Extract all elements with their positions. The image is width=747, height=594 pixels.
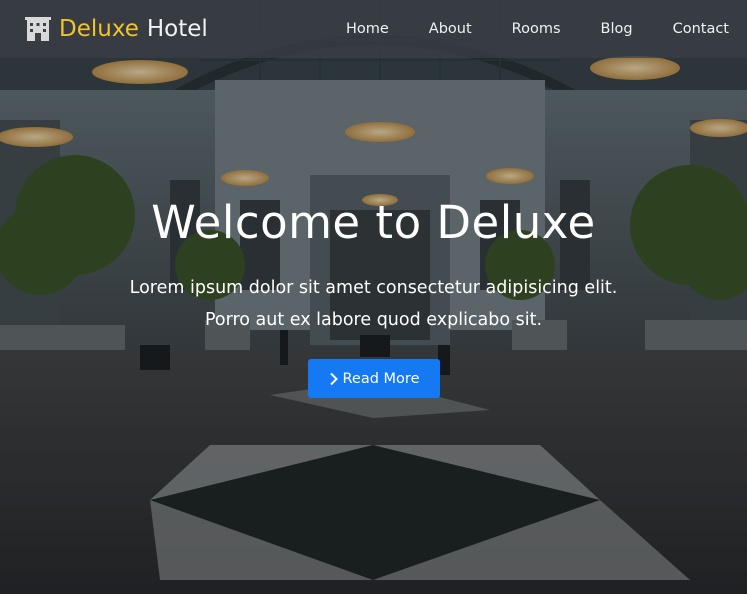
top-navbar: Deluxe Hotel Home About Rooms Blog Conta… [0,0,747,58]
brand-logo[interactable]: Deluxe Hotel [25,0,208,58]
main-nav: Home About Rooms Blog Contact [326,0,747,58]
brand-name-first: Deluxe [59,16,139,42]
brand-name-second: Hotel [146,16,208,42]
nav-link-blog[interactable]: Blog [581,0,653,58]
chevron-right-icon [329,372,339,386]
read-more-button[interactable]: Read More [308,359,440,398]
hero-title: Welcome to Deluxe [151,196,596,249]
hero-description-line-1: Lorem ipsum dolor sit amet consectetur a… [129,278,618,298]
nav-link-home[interactable]: Home [326,0,409,58]
nav-link-rooms[interactable]: Rooms [492,0,581,58]
hero-description: Lorem ipsum dolor sit amet consectetur a… [0,272,747,336]
nav-link-contact[interactable]: Contact [653,0,747,58]
hotel-building-icon [25,16,51,42]
read-more-label: Read More [342,370,420,387]
nav-link-about[interactable]: About [409,0,492,58]
hero-description-line-2: Porro aut ex labore quod explicabo sit. [204,310,543,330]
